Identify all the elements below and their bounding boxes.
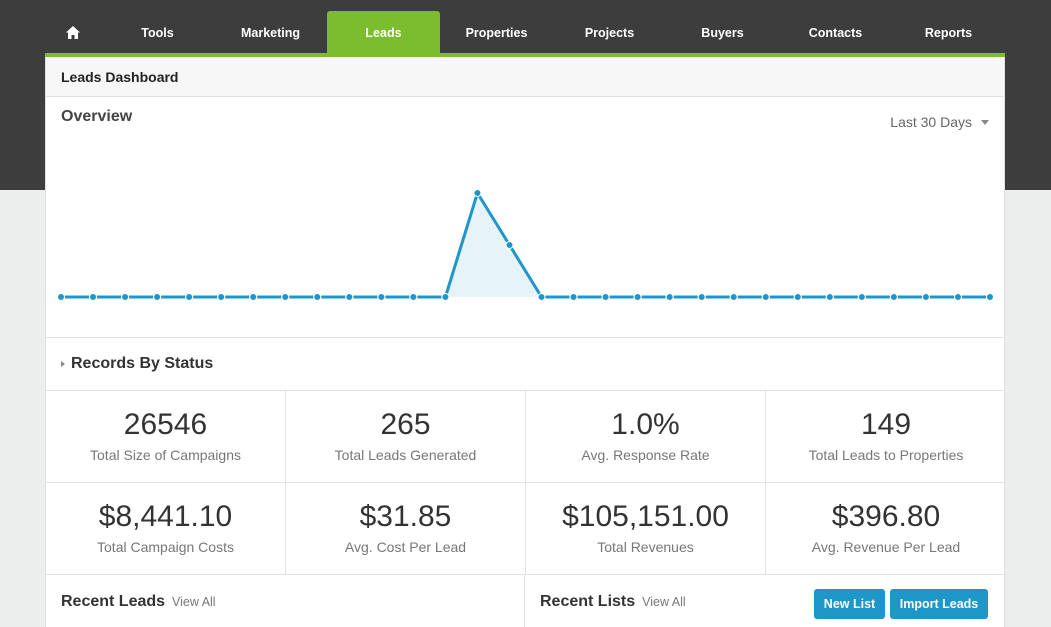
chart-point[interactable] xyxy=(441,293,450,301)
caret-right-icon xyxy=(61,361,65,367)
chart-area xyxy=(61,193,990,297)
stat-label: Avg. Response Rate xyxy=(581,447,710,463)
stat-response-rate: 1.0% Avg. Response Rate xyxy=(526,391,766,483)
home-icon xyxy=(66,26,80,39)
recent-lists-view-all-link[interactable]: View All xyxy=(642,595,686,609)
chart-point[interactable] xyxy=(569,293,578,301)
chart-point[interactable] xyxy=(857,293,866,301)
chart-point[interactable] xyxy=(921,293,930,301)
chart-point[interactable] xyxy=(121,293,130,301)
stat-label: Total Revenues xyxy=(597,539,694,555)
chart-point[interactable] xyxy=(601,293,610,301)
chart-point[interactable] xyxy=(217,293,226,301)
stat-label: Total Leads to Properties xyxy=(808,447,964,463)
stat-cost-per-lead: $31.85 Avg. Cost Per Lead xyxy=(286,483,526,575)
page-title-text: Leads Dashboard xyxy=(61,68,179,85)
records-by-status-title: Records By Status xyxy=(71,355,214,372)
dashboard-panel: Leads Dashboard Overview Last 30 Days Re… xyxy=(45,57,1006,627)
stat-value: $8,441.10 xyxy=(98,500,233,533)
chevron-down-icon xyxy=(981,119,989,125)
chart-point[interactable] xyxy=(345,293,354,301)
new-list-button[interactable]: New List xyxy=(814,589,885,619)
stat-value: $31.85 xyxy=(359,500,452,533)
nav-projects[interactable]: Projects xyxy=(553,11,666,54)
stat-leads-to-properties: 149 Total Leads to Properties xyxy=(766,391,1006,483)
recent-leads-heading: Recent Leads xyxy=(61,593,166,610)
stats-grid: 26546 Total Size of Campaigns 265 Total … xyxy=(46,391,1006,575)
nav-buyers[interactable]: Buyers xyxy=(666,11,779,54)
recent-leads-view-all-link[interactable]: View All xyxy=(172,595,216,609)
recent-lists-title: Recent Lists View All xyxy=(540,593,686,611)
stat-revenue-per-lead: $396.80 Avg. Revenue Per Lead xyxy=(766,483,1006,575)
overview-title: Overview xyxy=(61,108,133,125)
chart-point[interactable] xyxy=(89,293,98,301)
chart-point[interactable] xyxy=(153,293,162,301)
chart-point[interactable] xyxy=(761,293,770,301)
chart-point[interactable] xyxy=(953,293,962,301)
stat-label: Avg. Cost Per Lead xyxy=(344,539,467,555)
chart-point[interactable] xyxy=(281,293,290,301)
chart-point[interactable] xyxy=(249,293,258,301)
nav-reports[interactable]: Reports xyxy=(892,11,1005,54)
nav-tools[interactable]: Tools xyxy=(101,11,214,54)
records-by-status-toggle[interactable]: Records By Status xyxy=(46,338,1004,391)
date-range-dropdown[interactable]: Last 30 Days xyxy=(890,114,989,130)
chart-point[interactable] xyxy=(633,293,642,301)
recent-leads-panel: Recent Leads View All xyxy=(46,575,525,627)
chart-point[interactable] xyxy=(313,293,322,301)
stat-leads-generated: 265 Total Leads Generated xyxy=(286,391,526,483)
chart-point[interactable] xyxy=(729,293,738,301)
stat-value: 1.0% xyxy=(611,408,680,441)
page-title: Leads Dashboard xyxy=(46,57,1004,97)
chart-point[interactable] xyxy=(185,293,194,301)
recent-lists-heading: Recent Lists xyxy=(540,593,636,610)
chart-point[interactable] xyxy=(473,189,482,197)
nav-properties[interactable]: Properties xyxy=(440,11,553,54)
nav-contacts[interactable]: Contacts xyxy=(779,11,892,54)
recent-leads-title: Recent Leads View All xyxy=(61,593,216,611)
overview-chart xyxy=(57,189,994,301)
stat-label: Total Leads Generated xyxy=(334,447,477,463)
chart-point[interactable] xyxy=(793,293,802,301)
stat-label: Total Campaign Costs xyxy=(97,539,234,555)
chart-point[interactable] xyxy=(665,293,674,301)
nav-leads[interactable]: Leads xyxy=(327,11,440,54)
chart-point[interactable] xyxy=(409,293,418,301)
chart-point[interactable] xyxy=(889,293,898,301)
import-leads-button[interactable]: Import Leads xyxy=(890,589,988,619)
stat-value: 26546 xyxy=(123,408,208,441)
date-range-label: Last 30 Days xyxy=(890,114,972,130)
chart-point[interactable] xyxy=(537,293,546,301)
recent-lists-panel: Recent Lists View All New List Import Lea… xyxy=(525,575,1004,627)
chart-point[interactable] xyxy=(57,293,65,301)
stat-campaign-costs: $8,441.10 Total Campaign Costs xyxy=(46,483,286,575)
stat-value: 265 xyxy=(380,408,431,441)
chart-point[interactable] xyxy=(986,293,994,301)
recent-section: Recent Leads View All Recent Lists View Al… xyxy=(46,575,1004,627)
main-nav: Tools Marketing Leads Properties Project… xyxy=(45,11,1005,56)
nav-marketing[interactable]: Marketing xyxy=(214,11,327,54)
stat-total-revenues: $105,151.00 Total Revenues xyxy=(526,483,766,575)
nav-home[interactable] xyxy=(45,11,101,54)
chart-point[interactable] xyxy=(697,293,706,301)
stat-label: Avg. Revenue Per Lead xyxy=(811,539,961,555)
overview-section: Overview Last 30 Days xyxy=(46,97,1004,338)
stat-value: 149 xyxy=(860,408,912,441)
chart-point[interactable] xyxy=(505,241,514,249)
stat-value: $105,151.00 xyxy=(562,500,729,533)
stat-value: $396.80 xyxy=(831,500,941,533)
chart-point[interactable] xyxy=(825,293,834,301)
stat-campaign-size: 26546 Total Size of Campaigns xyxy=(46,391,286,483)
stat-label: Total Size of Campaigns xyxy=(90,447,241,463)
chart-point[interactable] xyxy=(377,293,386,301)
